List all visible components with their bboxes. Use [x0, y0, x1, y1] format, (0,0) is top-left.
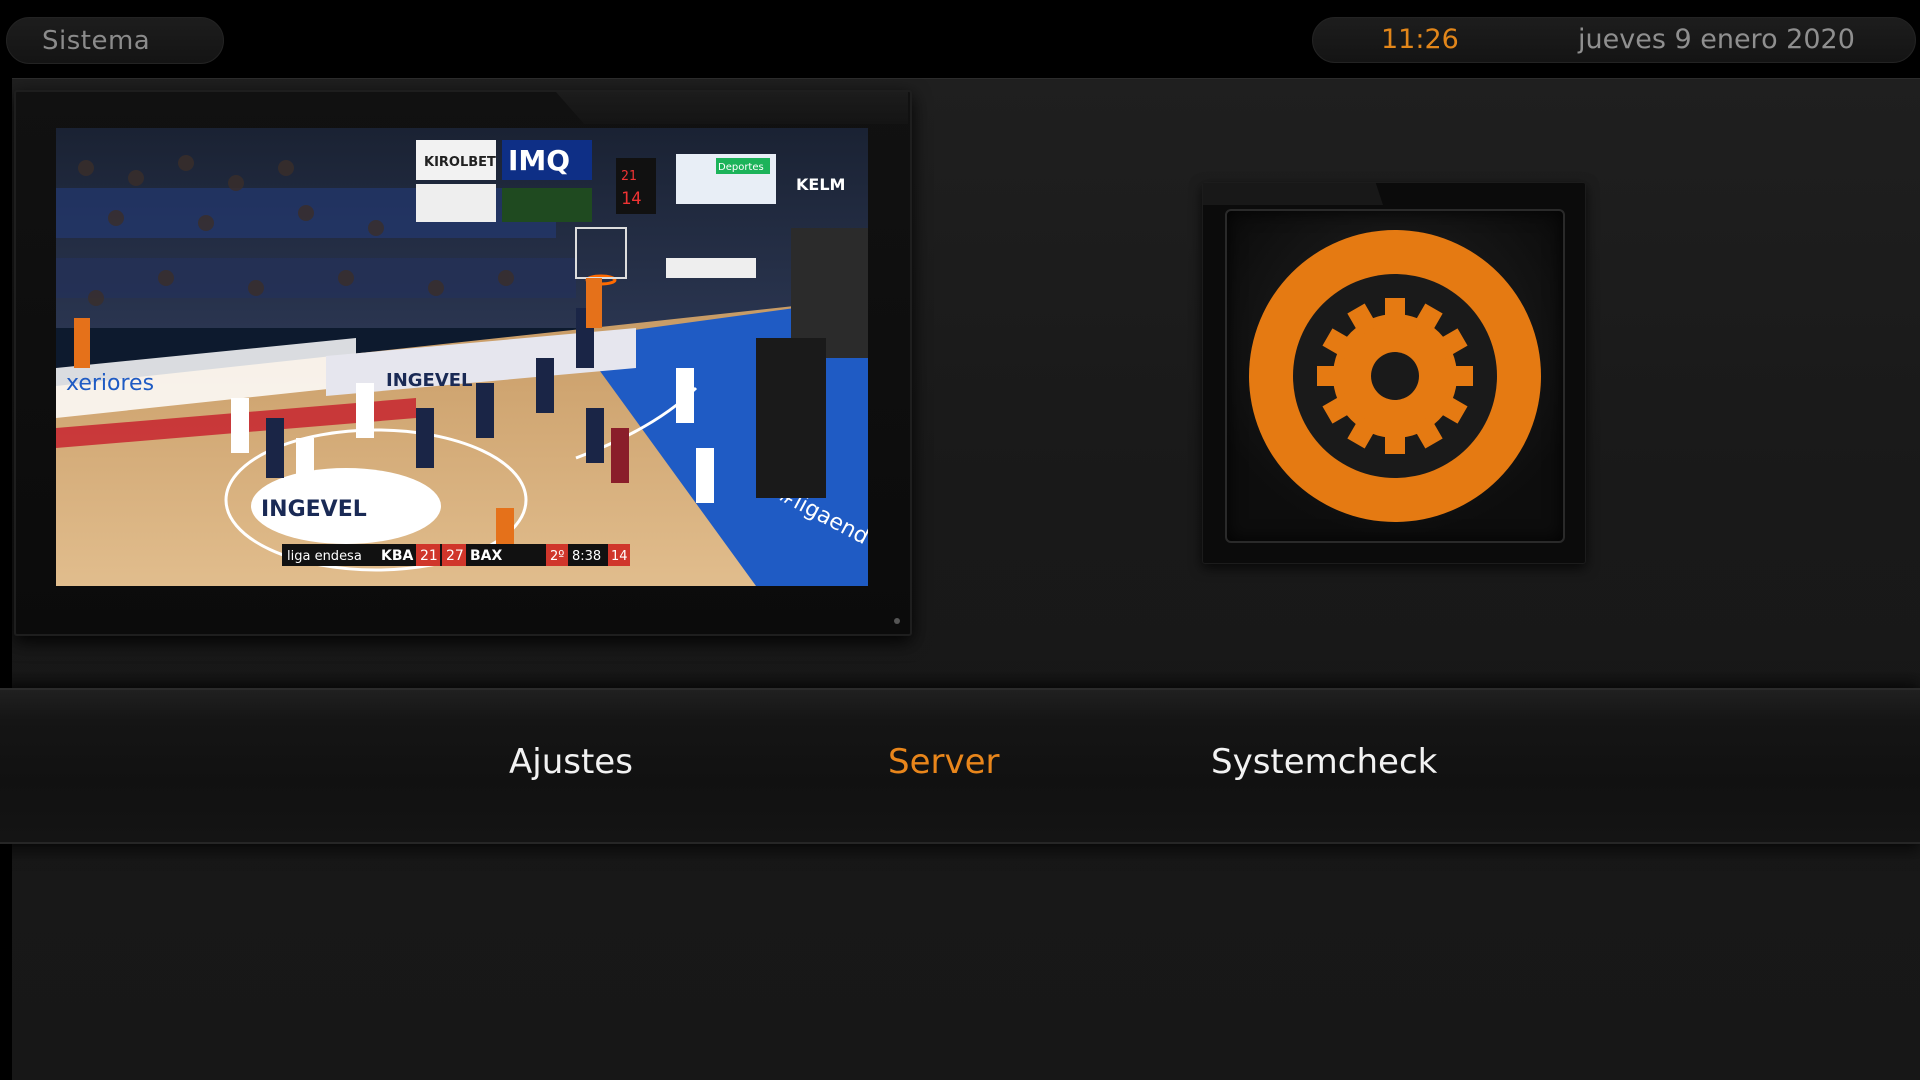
video-preview[interactable]: KIROLBET IMQ 21 14 Deportes KELM xeriore…	[56, 128, 868, 586]
menu-item-server[interactable]: Server	[888, 742, 1000, 782]
svg-text:14: 14	[621, 189, 641, 209]
top-bar: Sistema 11:26 jueves 9 enero 2020	[0, 0, 1920, 76]
addon-thumbnail[interactable]	[1202, 182, 1586, 564]
scorebug-shot-clock: 14	[611, 549, 628, 564]
main-menu-bar: Ajustes Server Systemcheck	[0, 688, 1920, 844]
ad-imq: IMQ	[508, 144, 570, 177]
channel-badge: Deportes	[718, 162, 764, 173]
frame-indicator-dot	[894, 618, 900, 624]
scorebug: liga endesa KBA 21 27 BAX 2º 8:38 14	[282, 544, 630, 566]
ad-kelm: KELM	[796, 175, 845, 194]
kodi-system-screen: Sistema 11:26 jueves 9 enero 2020 KIROLB…	[0, 0, 1920, 1080]
svg-text:INGEVEL: INGEVEL	[261, 497, 367, 522]
scorebug-period: 2º	[550, 549, 564, 564]
clock-date: jueves 9 enero 2020	[1578, 24, 1855, 55]
basketball-broadcast-image: KIROLBET IMQ 21 14 Deportes KELM xeriore…	[56, 128, 868, 586]
scorebug-clock: 8:38	[572, 549, 601, 564]
section-title: Sistema	[42, 26, 151, 56]
scorebug-away-score: 27	[446, 548, 464, 564]
menu-item-ajustes[interactable]: Ajustes	[509, 742, 633, 782]
ad-kirolbet: KIROLBET	[424, 155, 496, 170]
addon-icon-frame	[1225, 209, 1565, 543]
scorebug-away-team: BAX	[470, 548, 503, 564]
clock-time: 11:26	[1381, 24, 1459, 55]
ad-board-text: xeriores	[66, 371, 154, 396]
svg-text:21: 21	[621, 169, 637, 184]
menu-item-systemcheck[interactable]: Systemcheck	[1211, 742, 1437, 782]
scorebug-league: liga endesa	[287, 549, 362, 564]
svg-text:INGEVEL: INGEVEL	[386, 370, 473, 391]
scorebug-home-team: KBA	[381, 548, 414, 564]
gear-icon	[1249, 230, 1541, 522]
scorebug-home-score: 21	[420, 548, 438, 564]
